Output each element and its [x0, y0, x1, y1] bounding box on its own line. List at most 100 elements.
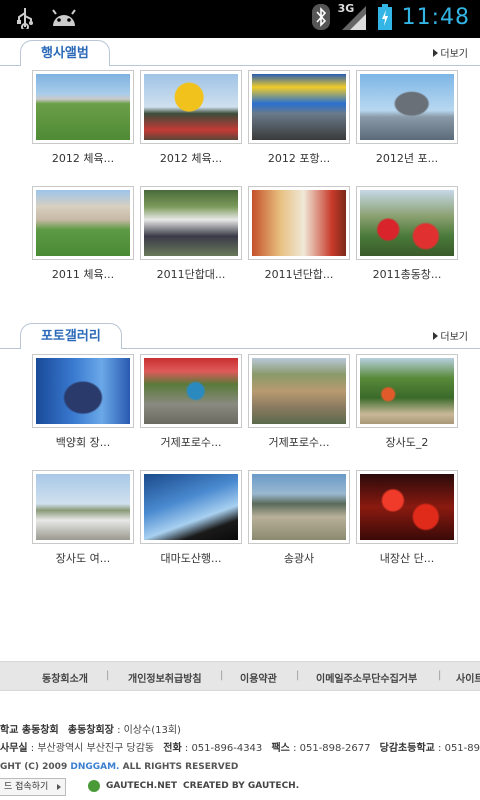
footer-link-terms[interactable]: 이용약관 — [240, 670, 277, 685]
album-thumbnail — [36, 74, 130, 140]
gallery-caption: 거제포로수... — [268, 436, 330, 449]
copyright-prefix: GHT (C) 2009 — [0, 762, 68, 772]
album-thumbnail — [144, 74, 238, 140]
copyright-suffix: ALL RIGHTS RESERVED — [122, 762, 239, 772]
tel-label: 전화 — [163, 743, 182, 754]
gallery-more-label: 더보기 — [440, 332, 468, 343]
gallery-section-header: 포토갤러리 더보기 — [0, 321, 480, 349]
usb-icon — [16, 7, 34, 29]
gautech-logo[interactable]: GAUTECH.NET CREATED BY GAUTECH. — [88, 780, 299, 792]
gallery-caption: 거제포로수... — [160, 436, 222, 449]
fax-label: 팩스 — [271, 743, 290, 754]
gallery-caption: 장사도_2 — [385, 436, 429, 449]
album-thumbnail — [144, 190, 238, 256]
footer-separator: | — [220, 670, 224, 681]
gallery-caption: 대마도산행... — [160, 552, 222, 565]
mobile-access-label: 드 접속하기 — [4, 782, 49, 792]
school-tel: : 051-897-0 — [438, 743, 480, 754]
album-thumbnail — [360, 190, 454, 256]
album-caption: 2011총동창... — [372, 268, 442, 281]
president-label: 총동창회장 — [67, 725, 114, 736]
tab-photo-gallery[interactable]: 포토갤러리 — [20, 323, 122, 349]
footer-nav: 동창회소개 | 개인정보취급방침 | 이용약관 | 이메일주소무단수집거부 | … — [0, 661, 480, 691]
album-item[interactable]: 2011 체육... — [32, 186, 134, 282]
album-caption: 2012년 포... — [375, 152, 439, 165]
album-caption: 2011 체육... — [51, 268, 115, 281]
bluetooth-icon — [311, 4, 330, 30]
gallery-caption: 백양회 장... — [55, 436, 111, 449]
footer-line-contact: 사무실 : 부산광역시 부산진구 당감동 전화 : 051-896-4343 팩… — [0, 740, 480, 758]
footer-separator: | — [296, 670, 300, 681]
arrow-right-icon — [57, 784, 61, 790]
org-name: 학교 총동창회 — [0, 725, 59, 736]
gallery-item[interactable]: 송광사 — [248, 470, 350, 566]
gallery-thumbnail — [36, 474, 130, 540]
copyright-brand: DNGGAM. — [70, 762, 120, 772]
battery-icon — [377, 4, 392, 30]
footer-separator: | — [438, 670, 442, 681]
album-item[interactable]: 2011년단합... — [248, 186, 350, 282]
album-item[interactable]: 2012 포항... — [248, 70, 350, 166]
footer-bottom: 드 접속하기 GAUTECH.NET CREATED BY GAUTECH. — [0, 778, 480, 798]
android-icon — [50, 8, 78, 28]
mobile-access-button[interactable]: 드 접속하기 — [0, 778, 66, 796]
signal-icon: 3G — [337, 2, 368, 30]
album-thumbnail — [252, 74, 346, 140]
copyright: GHT (C) 2009 DNGGAM. ALL RIGHTS RESERVED — [0, 758, 480, 776]
office-label: 사무실 — [0, 743, 28, 754]
arrow-right-icon — [433, 49, 439, 57]
album-caption: 2012 체육... — [159, 152, 223, 165]
gallery-item[interactable]: 거제포로수... — [248, 354, 350, 450]
footer-link-email-refusal[interactable]: 이메일주소무단수집거부 — [316, 670, 417, 685]
album-caption: 2012 체육... — [51, 152, 115, 165]
footer-info: 학교 총동창회 총동창회장 : 이상수(13회) 사무실 : 부산광역시 부산진… — [0, 722, 480, 776]
album-thumbnail — [36, 190, 130, 256]
album-caption: 2012 포항... — [267, 152, 331, 165]
album-item[interactable]: 2012년 포... — [356, 70, 458, 166]
footer-link-privacy[interactable]: 개인정보취급방침 — [128, 670, 202, 685]
created-by-text: CREATED BY GAUTECH. — [183, 781, 300, 791]
footer-line-president: 학교 총동창회 총동창회장 : 이상수(13회) — [0, 722, 480, 740]
album-section-header: 행사앨범 더보기 — [0, 38, 480, 66]
gallery-item[interactable]: 장사도_2 — [356, 354, 458, 450]
president-name: : 이상수(13회) — [117, 725, 181, 736]
status-bar: 3G 11:48 — [0, 0, 480, 38]
album-item[interactable]: 2012 체육... — [32, 70, 134, 166]
office-address: : 부산광역시 부산진구 당감동 — [30, 743, 155, 754]
tel-value: : 051-896-4343 — [184, 743, 263, 754]
album-caption: 2011년단합... — [264, 268, 334, 281]
album-more-label: 더보기 — [440, 49, 468, 60]
album-thumbnail — [252, 190, 346, 256]
fax-value: : 051-898-2677 — [293, 743, 371, 754]
gallery-thumbnail — [36, 358, 130, 424]
gallery-caption: 장사도 여... — [55, 552, 111, 565]
brand-text: GAUTECH.NET — [106, 781, 178, 791]
gallery-thumbnail — [144, 358, 238, 424]
arrow-right-icon — [433, 332, 439, 340]
gallery-item[interactable]: 장사도 여... — [32, 470, 134, 566]
album-more-link[interactable]: 더보기 — [433, 45, 468, 60]
footer-separator: | — [106, 670, 110, 681]
footer-link-about[interactable]: 동창회소개 — [42, 670, 88, 685]
gallery-thumbnail — [144, 474, 238, 540]
tab-event-album[interactable]: 행사앨범 — [20, 40, 110, 66]
gautech-mark-icon — [88, 780, 100, 792]
gallery-caption: 송광사 — [283, 552, 315, 565]
gallery-thumbnail — [252, 358, 346, 424]
gallery-item[interactable]: 백양회 장... — [32, 354, 134, 450]
album-item[interactable]: 2012 체육... — [140, 70, 242, 166]
album-item[interactable]: 2011단합대... — [140, 186, 242, 282]
footer-link-sitemap[interactable]: 사이트 — [456, 670, 480, 685]
gallery-more-link[interactable]: 더보기 — [433, 328, 468, 343]
gallery-caption: 내장산 단... — [379, 552, 435, 565]
gallery-item[interactable]: 대마도산행... — [140, 470, 242, 566]
network-type: 3G — [337, 2, 355, 15]
clock: 11:48 — [401, 4, 470, 30]
gallery-item[interactable]: 내장산 단... — [356, 470, 458, 566]
gallery-thumbnail — [360, 474, 454, 540]
gallery-thumbnail — [252, 474, 346, 540]
album-caption: 2011단합대... — [156, 268, 226, 281]
gallery-item[interactable]: 거제포로수... — [140, 354, 242, 450]
gallery-thumbnail — [360, 358, 454, 424]
album-item[interactable]: 2011총동창... — [356, 186, 458, 282]
